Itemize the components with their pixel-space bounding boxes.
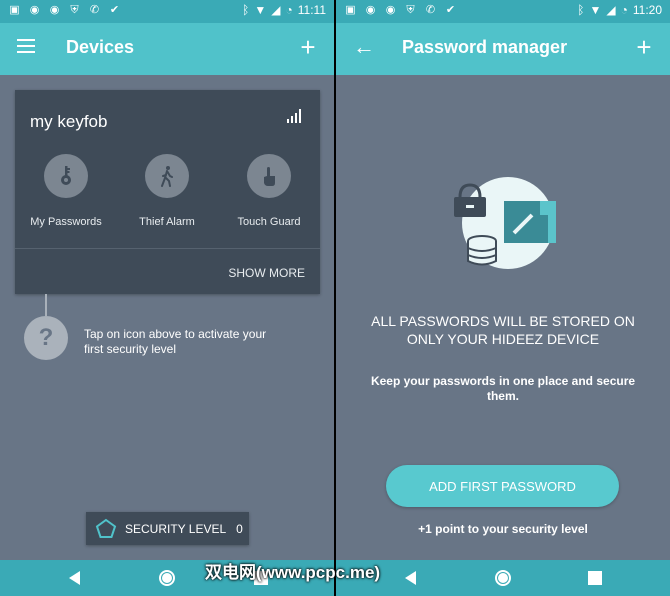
phone-icon: ✆ <box>89 4 100 16</box>
image-icon: ▣ <box>345 4 356 16</box>
status-bar: ▣ ◉ ◉ ⛨ ✆ ✔ ᛒ ▼ ◢ ◔ 11:20 <box>336 0 670 23</box>
add-password-button[interactable]: + <box>632 33 656 61</box>
subtitle: Keep your passwords in one place and sec… <box>370 374 636 403</box>
shield-icon: ⛨ <box>406 4 415 16</box>
feature-label: Touch Guard <box>237 216 301 228</box>
notification-dot-icon: ◉ <box>365 4 376 16</box>
security-level-value: 0 <box>236 521 243 536</box>
devices-screen: ▣ ◉ ◉ ⛨ ✆ ✔ ᛒ ▼ ◢ ◔ 11:11 Devices + my k… <box>0 0 334 596</box>
notification-dot-icon: ◉ <box>29 4 40 16</box>
battery-icon: ◔ <box>620 3 628 17</box>
page-title: Password manager <box>402 37 568 57</box>
back-arrow-icon[interactable]: ← <box>353 35 375 59</box>
system-icons: ᛒ ▼ ◢ ◔ 11:20 <box>577 3 662 17</box>
home-nav-icon[interactable] <box>494 569 512 587</box>
check-icon: ✔ <box>445 4 456 16</box>
pentagon-icon <box>95 518 117 538</box>
system-icons: ᛒ ▼ ◢ ◔ 11:11 <box>242 3 326 17</box>
password-manager-screen: ▣ ◉ ◉ ⛨ ✆ ✔ ᛒ ▼ ◢ ◔ 11:20 ← Password man… <box>336 0 670 596</box>
clock: 11:20 <box>632 3 662 17</box>
connector-line <box>45 294 47 316</box>
add-first-password-button[interactable]: ADD FIRST PASSWORD <box>386 465 619 507</box>
device-name: my keyfob <box>30 112 108 131</box>
feature-my-passwords[interactable]: My Passwords <box>16 154 116 228</box>
phone-icon: ✆ <box>425 4 436 16</box>
walking-person-icon[interactable] <box>145 154 189 198</box>
app-bar: Devices + <box>0 23 334 75</box>
password-vault-illustration <box>454 177 556 269</box>
notification-icons: ▣ ◉ ◉ ⛨ ✆ ✔ <box>8 4 121 17</box>
wifi-icon: ▼ <box>589 3 602 17</box>
show-more-button[interactable]: SHOW MORE <box>228 266 305 280</box>
page-title: Devices <box>66 37 135 57</box>
bluetooth-icon: ᛒ <box>577 3 585 17</box>
notification-dot-icon: ◉ <box>385 4 396 16</box>
signal-strength-icon <box>287 109 301 123</box>
divider <box>15 248 320 249</box>
security-point-note: +1 point to your security level <box>418 522 588 536</box>
hint-text: Tap on icon above to activate your first… <box>84 327 267 356</box>
cell-signal-icon: ◢ <box>606 3 616 17</box>
battery-icon: ◔ <box>285 3 293 17</box>
check-icon: ✔ <box>109 4 120 16</box>
security-level-label: SECURITY LEVEL <box>125 521 227 536</box>
bluetooth-icon: ᛒ <box>242 3 250 17</box>
watermark: 双电网(www.pcpc.me) <box>205 563 381 582</box>
app-bar: ← Password manager + <box>336 23 670 75</box>
headline: ALL PASSWORDS WILL BE STORED ON ONLY YOU… <box>371 313 635 347</box>
menu-icon[interactable] <box>17 35 39 59</box>
touch-hand-icon[interactable] <box>247 154 291 198</box>
device-card[interactable]: my keyfob My Passwords Thief Alarm Touch… <box>15 90 320 294</box>
notification-icons: ▣ ◉ ◉ ⛨ ✆ ✔ <box>344 4 457 17</box>
feature-label: My Passwords <box>30 216 102 228</box>
key-icon[interactable] <box>44 154 88 198</box>
recents-nav-icon[interactable] <box>586 569 604 587</box>
back-nav-icon[interactable] <box>66 569 84 587</box>
question-icon: ? <box>24 316 68 360</box>
home-nav-icon[interactable] <box>158 569 176 587</box>
clock: 11:11 <box>297 3 326 17</box>
feature-touch-guard[interactable]: Touch Guard <box>219 154 319 228</box>
wifi-icon: ▼ <box>254 3 267 17</box>
cell-signal-icon: ◢ <box>271 3 281 17</box>
status-bar: ▣ ◉ ◉ ⛨ ✆ ✔ ᛒ ▼ ◢ ◔ 11:11 <box>0 0 334 23</box>
add-device-button[interactable]: + <box>296 33 320 61</box>
feature-label: Thief Alarm <box>139 216 195 228</box>
notification-dot-icon: ◉ <box>49 4 60 16</box>
security-level-badge[interactable]: SECURITY LEVEL 0 <box>86 512 249 545</box>
feature-thief-alarm[interactable]: Thief Alarm <box>117 154 217 228</box>
image-icon: ▣ <box>9 4 20 16</box>
shield-icon: ⛨ <box>70 4 79 16</box>
